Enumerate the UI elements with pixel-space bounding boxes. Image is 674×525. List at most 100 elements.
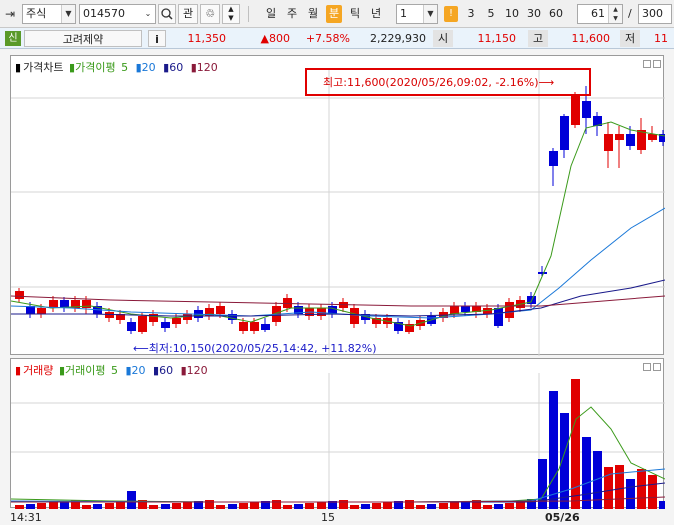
volume-bar — [405, 500, 414, 509]
ma120-line — [11, 295, 665, 307]
candle-body — [549, 151, 558, 166]
spin-icon[interactable]: ▲ ▼ — [608, 5, 622, 23]
volume-bar — [648, 475, 657, 509]
minute-3[interactable]: 3 — [464, 5, 478, 23]
volume-bar — [615, 465, 624, 509]
price-change: ▲800 — [260, 32, 290, 45]
period-year[interactable]: 년 — [368, 5, 384, 23]
candle-body — [37, 308, 46, 314]
pin-icon[interactable]: ! — [444, 6, 458, 22]
watch-button[interactable]: 관 — [178, 4, 198, 24]
candle-body — [494, 308, 503, 326]
market-select-value: 주식 — [26, 7, 47, 20]
stock-code-input[interactable]: 014570 ⌄ — [79, 4, 156, 24]
period-tick[interactable]: 틱 — [347, 5, 363, 23]
period-day[interactable]: 일 — [263, 5, 279, 23]
count-input[interactable]: 61 ▲ ▼ — [577, 4, 623, 24]
volume-bar — [516, 502, 525, 509]
candle-body — [172, 318, 181, 324]
badge: 신 — [5, 31, 21, 46]
ma20-line — [11, 207, 665, 319]
volume-bar — [272, 500, 281, 509]
time-label-date: 05/26 — [545, 511, 580, 524]
interval-select[interactable]: 1 ▼ — [396, 4, 438, 24]
stock-name: 고려제약 — [24, 30, 142, 47]
volume-bar — [549, 391, 558, 509]
low-annotation: ⟵최저:10,150(2020/05/25,14:42, +11.82%) — [133, 342, 377, 355]
candle-body — [216, 306, 225, 314]
time-label-15: 15 — [321, 511, 335, 524]
updown-stepper[interactable]: ▲ ▼ — [222, 4, 240, 24]
volume-bar — [250, 502, 259, 509]
volume-bar — [49, 502, 58, 509]
volume-bar — [339, 500, 348, 509]
watch-label: 관 — [182, 7, 194, 20]
candle-body — [648, 134, 657, 140]
candle-body — [604, 134, 613, 151]
candle-body — [538, 272, 547, 274]
high-label: 고 — [528, 30, 548, 47]
price-chart-pane[interactable]: ▮ 가격차트 ▮가격이평 5 ▮20 ▮60 ▮120 최고:11,600(202… — [10, 55, 665, 356]
candle-body — [49, 300, 58, 308]
candle-body — [450, 306, 459, 314]
candle-body — [571, 96, 580, 125]
info-button[interactable]: i — [148, 30, 166, 47]
time-axis: 14:31 15 05/26 — [0, 509, 674, 525]
stock-code-value: 014570 — [83, 7, 125, 20]
chevron-down-icon: ▼ — [423, 5, 437, 23]
chart-window: ⇥ 주식 ▼ 014570 ⌄ 관 ♲ ▲ ▼ 일 주 월 분 틱 년 1 ▼ !… — [0, 0, 674, 525]
minute-30[interactable]: 30 — [525, 5, 543, 23]
recycle-icon: ♲ — [205, 7, 215, 20]
chevron-down-icon: ▼ — [61, 5, 75, 23]
volume-bar — [317, 502, 326, 509]
volume-bar — [626, 479, 635, 509]
volume-bar — [637, 469, 646, 509]
period-week[interactable]: 주 — [284, 5, 300, 23]
low-label: 저 — [620, 30, 640, 47]
toolbar: ⇥ 주식 ▼ 014570 ⌄ 관 ♲ ▲ ▼ 일 주 월 분 틱 년 1 ▼ !… — [0, 0, 674, 28]
candle-body — [261, 324, 270, 330]
market-select[interactable]: 주식 ▼ — [22, 4, 76, 24]
period-month[interactable]: 월 — [305, 5, 321, 23]
price-plot — [11, 70, 665, 356]
candle-body — [637, 130, 646, 150]
volume-plot — [11, 373, 665, 509]
candle-body — [350, 308, 359, 324]
candle-body — [250, 322, 259, 331]
total-value: 300 — [642, 7, 663, 20]
low-value: 11 — [654, 32, 668, 45]
volume-bar — [659, 501, 665, 509]
candle-body — [15, 291, 24, 299]
volume-bar — [183, 502, 192, 509]
candle-body — [626, 134, 635, 146]
recycle-button[interactable]: ♲ — [200, 4, 220, 24]
period-minute[interactable]: 분 — [326, 5, 342, 23]
quote-bar: 신 고려제약 i 11,350 ▲800 +7.58% 2,229,930 시 … — [0, 28, 674, 49]
candle-body — [127, 322, 136, 331]
candle-body — [461, 306, 470, 312]
minute-5[interactable]: 5 — [484, 5, 498, 23]
minute-10[interactable]: 10 — [503, 5, 521, 23]
volume-bar — [450, 502, 459, 509]
candle-body — [239, 322, 248, 331]
volume-bar — [383, 502, 392, 509]
volume-chart-pane[interactable]: ▮ 거래량 ▮거래이평 5 ▮20 ▮60 ▮120 — [10, 358, 665, 509]
change-percent: +7.58% — [305, 32, 350, 45]
minute-60[interactable]: 60 — [547, 5, 565, 23]
total-input[interactable]: 300 — [638, 4, 672, 24]
ma5-line — [11, 121, 665, 327]
volume-bar — [571, 379, 580, 509]
chevron-down-icon: ▼ — [228, 14, 234, 22]
volume-bar — [604, 467, 613, 509]
arrow-left-icon[interactable]: ⇥ — [5, 7, 19, 21]
time-label-start: 14:31 — [10, 511, 42, 524]
candle-body — [560, 116, 569, 150]
volume-value: 2,229,930 — [370, 32, 426, 45]
count-separator: / — [628, 7, 632, 20]
candle-body — [582, 101, 591, 118]
volume-bar — [116, 502, 125, 509]
open-label: 시 — [433, 30, 453, 47]
chevron-down-icon: ⌄ — [141, 5, 155, 23]
toolbar-divider — [248, 6, 249, 22]
search-button[interactable] — [158, 4, 176, 24]
